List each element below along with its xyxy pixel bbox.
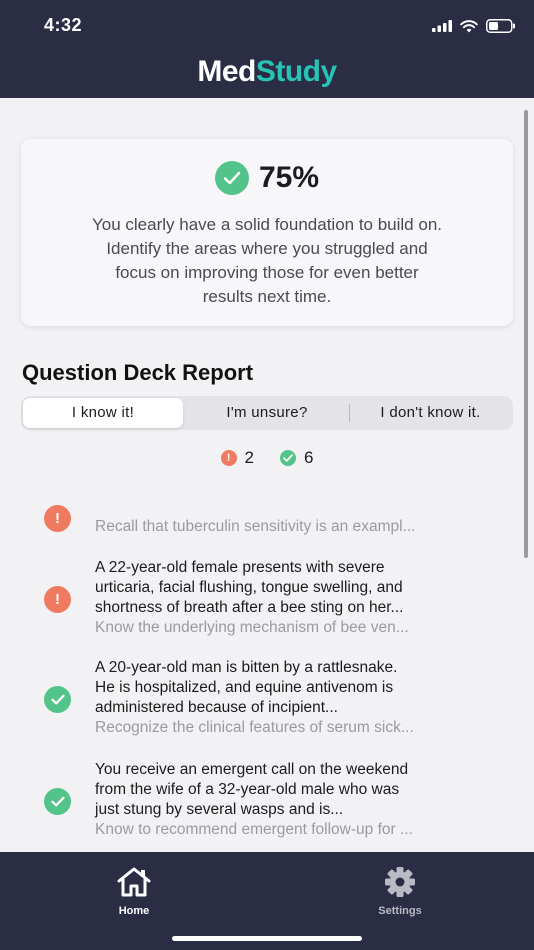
segmented-control: I know it! I'm unsure? I don't know it. [21, 396, 513, 430]
gear-icon [385, 867, 415, 897]
score-row: 75% [21, 161, 513, 195]
tab-home-label: Home [118, 905, 150, 917]
item-summary: Know the underlying mechanism of bee ven… [95, 619, 409, 636]
item-summary: Recall that tuberculin sensitivity is an… [95, 518, 416, 535]
item-text: Recall that tuberculin sensitivity is an… [95, 517, 495, 537]
section-title: Question Deck Report [22, 360, 254, 385]
item-question-line: shortness of breath after a bee sting on… [95, 599, 404, 616]
cellular-signal-icon [432, 20, 452, 32]
tab-settings[interactable]: Settings [340, 866, 460, 917]
item-text: You receive an emergent call on the week… [95, 760, 495, 840]
check-circle-icon [214, 161, 249, 195]
result-counts: ! 2 6 [0, 448, 534, 468]
tab-home[interactable]: Home [74, 866, 194, 917]
item-question-line: urticaria, facial flushing, tongue swell… [95, 579, 403, 596]
list-item[interactable]: ! A 22-year-old female presents with sev… [0, 558, 534, 640]
check-icon [44, 686, 71, 713]
score-message: You clearly have a solid foundation to b… [45, 213, 489, 309]
segment-i-know-it[interactable]: I know it! [23, 398, 183, 428]
item-question-line: just stung by several wasps and is... [95, 801, 344, 818]
home-indicator[interactable] [172, 936, 362, 941]
item-summary: Know to recommend emergent follow-up for… [95, 821, 413, 838]
score-message-line: You clearly have a solid foundation to b… [91, 215, 442, 234]
item-question-line: A 20-year-old man is bitten by a rattles… [95, 659, 398, 676]
tab-settings-label: Settings [378, 905, 422, 917]
item-question-line: You receive an emergent call on the week… [95, 761, 409, 778]
item-text: A 22-year-old female presents with sever… [95, 558, 495, 638]
exclamation-icon: ! [44, 586, 71, 613]
score-message-line: Identify the areas where you struggled a… [106, 239, 428, 258]
app-logo: MedStudy [0, 55, 534, 89]
score-message-line: results next time. [202, 287, 332, 306]
segment-dont-know-it[interactable]: I don't know it. [350, 398, 511, 428]
list-item[interactable]: You receive an emergent call on the week… [0, 760, 534, 842]
score-card: 75% You clearly have a solid foundation … [21, 139, 513, 326]
item-question-line: administered because of incipient... [95, 699, 338, 716]
logo-study: Study [255, 55, 337, 88]
wifi-icon [460, 19, 478, 32]
exclamation-icon: ! [44, 505, 71, 532]
logo-med: Med [197, 55, 256, 88]
item-question-line: A 22-year-old female presents with sever… [95, 559, 385, 576]
list-item[interactable]: A 20-year-old man is bitten by a rattles… [0, 658, 534, 740]
item-text: A 20-year-old man is bitten by a rattles… [95, 658, 495, 738]
check-icon [44, 788, 71, 815]
correct-count: 6 [304, 448, 314, 467]
item-summary: Recognize the clinical features of serum… [95, 719, 414, 736]
status-time: 4:32 [44, 15, 83, 35]
item-question-line: from the wife of a 32-year-old male who … [95, 781, 400, 798]
app-header: 4:32 MedStudy [0, 0, 534, 98]
segment-im-unsure[interactable]: I'm unsure? [185, 398, 349, 428]
check-icon [280, 450, 296, 466]
item-question-line: He is hospitalized, and equine antivenom… [95, 679, 394, 696]
scrollbar[interactable] [524, 110, 528, 558]
battery-icon [486, 19, 515, 33]
status-icons [432, 16, 516, 36]
incorrect-count: 2 [244, 448, 254, 467]
list-item[interactable]: ! Recall that tuberculin sensitivity is … [0, 505, 534, 545]
exclamation-icon: ! [220, 450, 237, 466]
score-percentage: 75% [258, 161, 320, 194]
home-icon [117, 867, 151, 897]
score-message-line: focus on improving those for even better [115, 263, 419, 282]
